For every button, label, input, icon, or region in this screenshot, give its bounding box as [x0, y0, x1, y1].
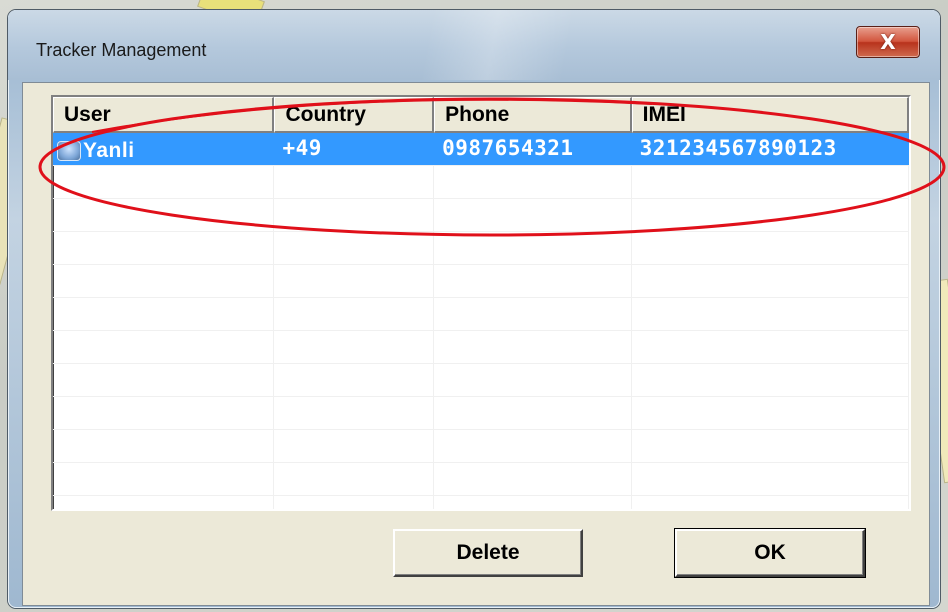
ok-button[interactable]: OK	[674, 528, 866, 578]
table-row[interactable]: Yanli +49 0987654321 321234567890123	[53, 133, 909, 166]
empty-row	[53, 232, 909, 265]
empty-row	[53, 463, 909, 496]
column-header-country[interactable]: Country	[274, 97, 435, 133]
cell-imei: 321234567890123	[632, 133, 909, 165]
empty-row	[53, 430, 909, 463]
empty-row	[53, 496, 909, 509]
tracker-list[interactable]: User Country Phone IMEI Yanli +49 098765…	[51, 95, 911, 511]
column-header-phone[interactable]: Phone	[434, 97, 632, 133]
user-icon	[57, 140, 81, 161]
title-bar[interactable]: Tracker Management X	[8, 10, 940, 80]
delete-button[interactable]: Delete	[393, 529, 583, 577]
cell-country: +49	[274, 133, 435, 165]
empty-row	[53, 166, 909, 199]
empty-row	[53, 199, 909, 232]
close-icon: X	[880, 30, 896, 54]
cell-user: Yanli	[53, 133, 275, 165]
close-button[interactable]: X	[856, 26, 920, 58]
column-header-user[interactable]: User	[53, 97, 275, 133]
tracker-management-dialog: Tracker Management X User Country Phone …	[8, 10, 940, 608]
empty-row	[53, 298, 909, 331]
empty-row	[53, 265, 909, 298]
cell-phone: 0987654321	[434, 133, 632, 165]
empty-row	[53, 397, 909, 430]
list-header: User Country Phone IMEI	[53, 97, 909, 133]
empty-row	[53, 364, 909, 397]
empty-row	[53, 331, 909, 364]
column-header-imei[interactable]: IMEI	[631, 97, 909, 133]
list-body: Yanli +49 0987654321 321234567890123	[53, 133, 909, 509]
user-name: Yanli	[83, 138, 135, 162]
window-title: Tracker Management	[36, 40, 207, 60]
dialog-body: User Country Phone IMEI Yanli +49 098765…	[22, 82, 930, 606]
